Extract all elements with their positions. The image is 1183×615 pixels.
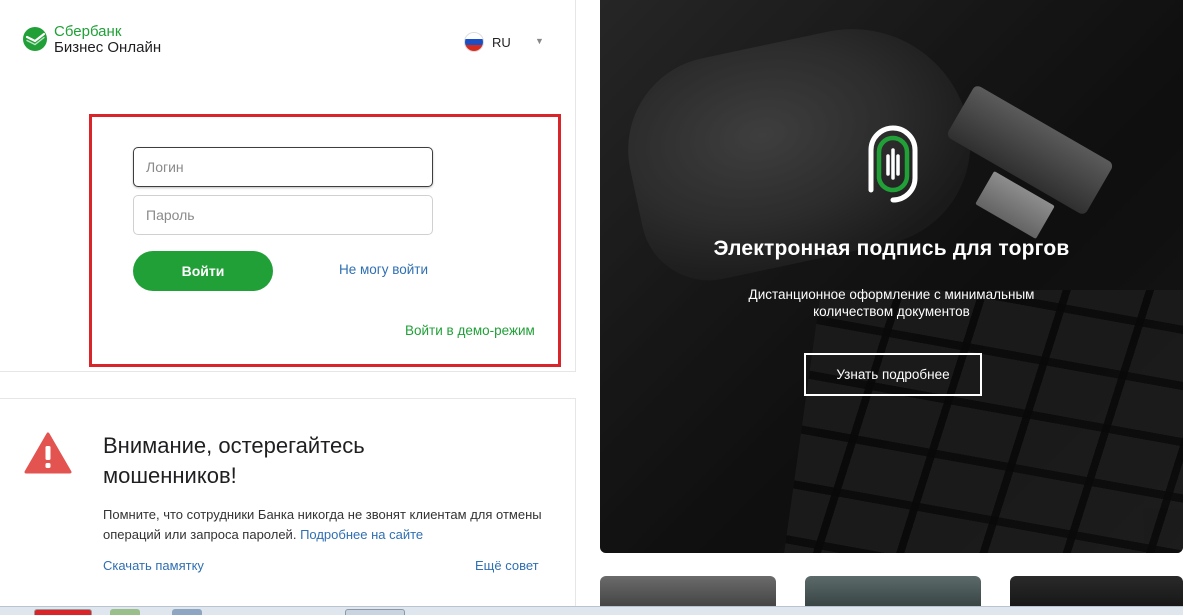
taskbar-app-icon[interactable] [34, 609, 92, 615]
chevron-down-icon: ▼ [535, 36, 544, 46]
login-card: Сбербанк Бизнес Онлайн RU ▼ Войти Не мог… [0, 0, 576, 372]
logo-product-name: Бизнес Онлайн [54, 39, 162, 56]
promo-subtitle-line2: количеством документов [813, 304, 970, 319]
logo-bank-name: Сбербанк [54, 23, 122, 40]
sberbank-logo-icon [23, 27, 47, 51]
fraud-warning-card: Внимание, остерегайтесь мошенников! Помн… [0, 398, 576, 615]
more-info-link[interactable]: Подробнее на сайте [300, 527, 423, 542]
language-code: RU [492, 34, 511, 50]
promo-title: Электронная подпись для торгов [713, 237, 1070, 260]
taskbar-app-icon[interactable] [172, 609, 202, 615]
taskbar-app-icon[interactable] [110, 609, 140, 615]
login-input[interactable] [133, 147, 433, 187]
fingerprint-icon [868, 125, 918, 203]
warning-body: Помните, что сотрудники Банка никогда не… [103, 505, 553, 545]
promo-overlay [600, 0, 1183, 553]
promo-subtitle: Дистанционное оформление с минимальным к… [600, 286, 1183, 320]
learn-more-button[interactable]: Узнать подробнее [804, 353, 982, 396]
promo-banner: Электронная подпись для торгов Дистанцио… [600, 0, 1183, 553]
os-taskbar [0, 606, 1183, 615]
next-tip-link[interactable]: Ещё совет [475, 558, 539, 573]
download-memo-link[interactable]: Скачать памятку [103, 558, 204, 573]
sberbank-logo[interactable]: Сбербанк Бизнес Онлайн [22, 24, 161, 56]
taskbar-app-icon[interactable] [345, 609, 405, 615]
promo-subtitle-line1: Дистанционное оформление с минимальным [748, 287, 1035, 302]
password-input[interactable] [133, 195, 433, 235]
language-selector[interactable]: RU ▼ [464, 32, 544, 52]
demo-mode-link[interactable]: Войти в демо-режим [405, 323, 535, 338]
warning-triangle-icon [24, 432, 72, 474]
cant-login-link[interactable]: Не могу войти [339, 262, 428, 277]
login-button[interactable]: Войти [133, 251, 273, 291]
warning-title: Внимание, остерегайтесь мошенников! [103, 433, 365, 488]
russian-flag-icon [464, 32, 484, 52]
